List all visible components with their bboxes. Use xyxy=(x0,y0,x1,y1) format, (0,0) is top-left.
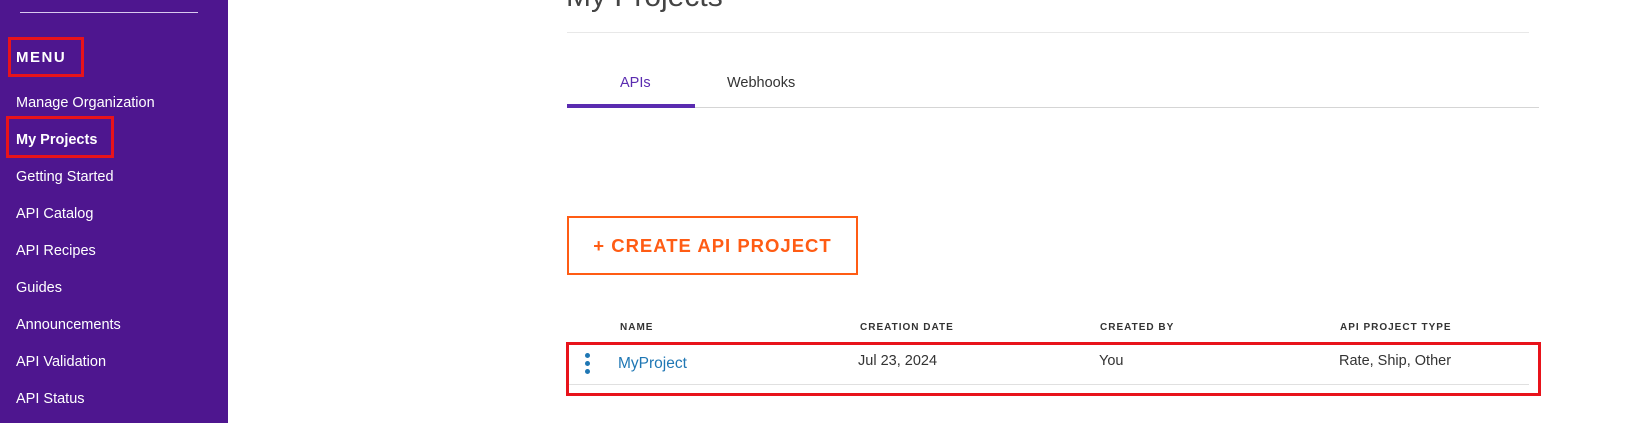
sidebar-item-api-recipes[interactable]: API Recipes xyxy=(16,243,96,259)
sidebar-item-api-catalog[interactable]: API Catalog xyxy=(16,206,93,222)
column-header-creation-date: CREATION DATE xyxy=(860,322,954,333)
sidebar-item-api-status[interactable]: API Status xyxy=(16,391,85,407)
tab-apis[interactable]: APIs xyxy=(620,75,651,91)
page-title: My Projects xyxy=(566,0,723,14)
project-row-highlight xyxy=(566,342,1541,396)
tab-webhooks[interactable]: Webhooks xyxy=(727,75,795,91)
tab-divider xyxy=(567,107,1539,108)
sidebar-item-guides[interactable]: Guides xyxy=(16,280,62,296)
sidebar-item-manage-organization[interactable]: Manage Organization xyxy=(16,95,155,111)
active-tab-indicator xyxy=(567,104,695,108)
sidebar-item-getting-started[interactable]: Getting Started xyxy=(16,169,114,185)
menu-heading-highlight xyxy=(8,37,84,77)
sidebar-divider xyxy=(20,12,198,13)
sidebar-item-announcements[interactable]: Announcements xyxy=(16,317,121,333)
column-header-created-by: CREATED BY xyxy=(1100,322,1175,333)
sidebar: MENU Manage Organization My Projects Get… xyxy=(0,0,228,423)
title-divider xyxy=(567,32,1529,33)
column-header-name: NAME xyxy=(620,322,654,333)
column-header-api-project-type: API PROJECT TYPE xyxy=(1340,322,1452,333)
sidebar-item-api-validation[interactable]: API Validation xyxy=(16,354,106,370)
my-projects-highlight xyxy=(6,116,114,158)
create-api-project-button[interactable]: + CREATE API PROJECT xyxy=(567,216,858,275)
